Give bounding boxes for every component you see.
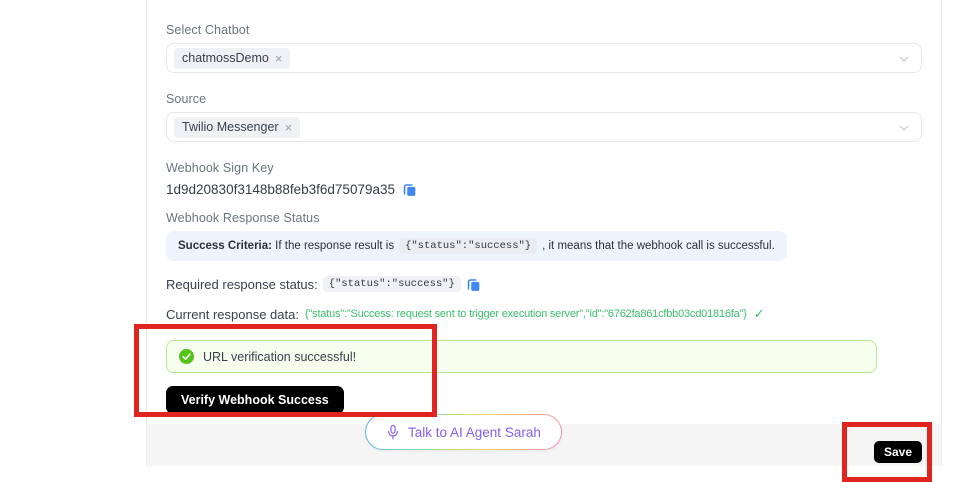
- panel-right-border: [941, 0, 942, 466]
- response-status-label: Webhook Response Status: [166, 211, 320, 225]
- copy-icon[interactable]: [466, 277, 481, 292]
- current-response-json: {"status":"Success: request sent to trig…: [305, 308, 747, 320]
- required-status-row: Required response status: {"status":"suc…: [166, 276, 481, 292]
- source-tag: Twilio Messenger ×: [174, 117, 300, 138]
- required-status-label: Required response status:: [166, 277, 318, 292]
- chatbot-field-label: Select Chatbot: [166, 23, 249, 37]
- chatbot-select[interactable]: chatmossDemo ×: [166, 43, 922, 73]
- success-criteria-code: {"status":"success"}: [399, 238, 537, 254]
- talk-to-agent-button[interactable]: Talk to AI Agent Sarah: [365, 414, 562, 450]
- sign-key-row: 1d9d20830f3148b88feb3f6d75079a35: [166, 182, 417, 197]
- success-criteria-title: Success Criteria:: [178, 240, 272, 252]
- success-criteria-infobox: Success Criteria: If the response result…: [166, 231, 787, 261]
- success-criteria-text-after: , it means that the webhook call is succ…: [542, 240, 775, 252]
- current-response-label: Current response data:: [166, 307, 299, 322]
- check-icon: ✓: [754, 306, 765, 322]
- source-select[interactable]: Twilio Messenger ×: [166, 112, 922, 142]
- current-response-row: Current response data: {"status":"Succes…: [166, 306, 765, 322]
- tag-remove-icon[interactable]: ×: [275, 52, 283, 65]
- sign-key-label: Webhook Sign Key: [166, 161, 274, 175]
- source-tag-label: Twilio Messenger: [182, 120, 279, 134]
- chatbot-tag: chatmossDemo ×: [174, 48, 290, 69]
- success-criteria-text-before: If the response result is: [275, 240, 394, 252]
- microphone-icon: [386, 424, 400, 441]
- required-status-code: {"status":"success"}: [323, 276, 461, 292]
- tag-remove-icon[interactable]: ×: [285, 121, 293, 134]
- chevron-down-icon[interactable]: [898, 122, 910, 134]
- talk-to-agent-label: Talk to AI Agent Sarah: [408, 425, 541, 440]
- annotation-rect-verification: [134, 324, 437, 417]
- source-field-label: Source: [166, 92, 206, 106]
- copy-icon[interactable]: [402, 182, 417, 197]
- chatbot-tag-label: chatmossDemo: [182, 51, 269, 65]
- sign-key-value: 1d9d20830f3148b88feb3f6d75079a35: [166, 182, 395, 197]
- chevron-down-icon[interactable]: [898, 53, 910, 65]
- annotation-rect-save: [842, 422, 932, 482]
